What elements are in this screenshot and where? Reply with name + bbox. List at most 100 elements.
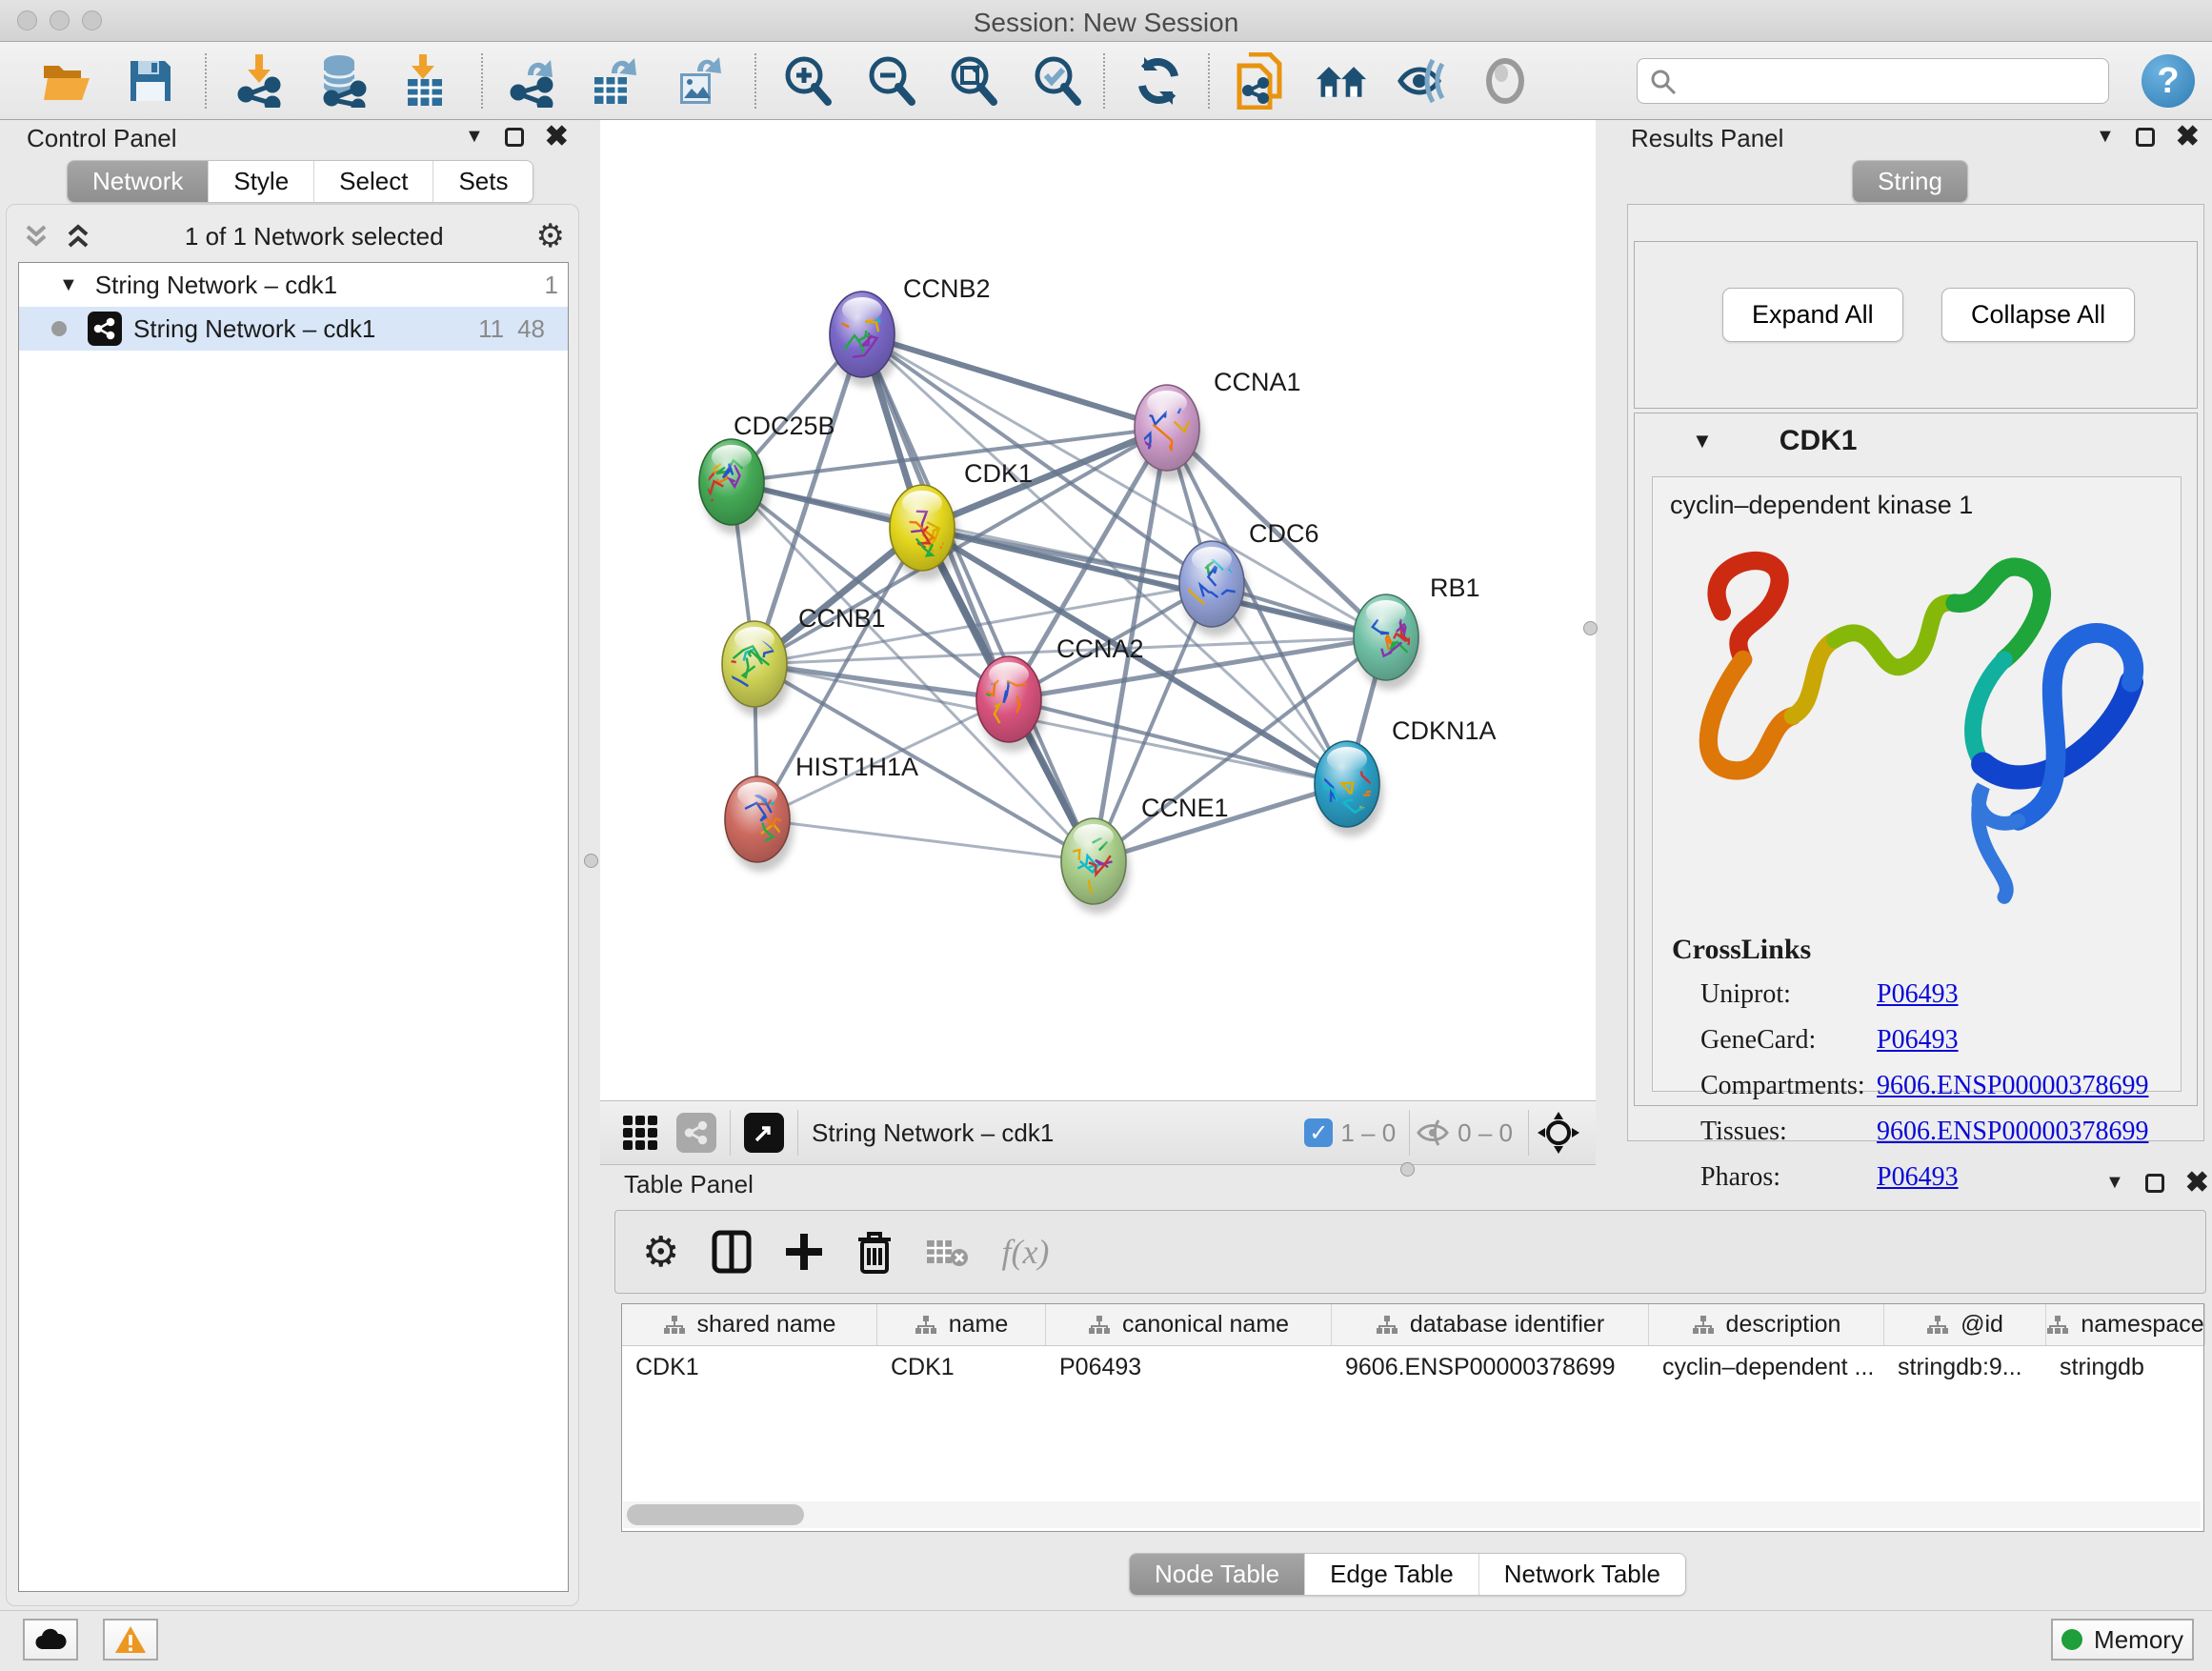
network-edge[interactable] [1009,699,1347,784]
level-of-detail-icon[interactable] [1478,54,1532,108]
node-label: CCNA2 [1056,634,1144,663]
table-cell[interactable]: cyclin–dependent ... [1649,1346,1884,1390]
export-image-icon[interactable] [673,54,726,108]
scrollbar-thumb[interactable] [627,1504,804,1525]
help-icon[interactable]: ? [2142,54,2195,108]
toolbar-separator [1208,53,1210,109]
delete-column-trash-icon[interactable] [856,1230,893,1274]
network-node-rb1[interactable]: RB1 [1354,574,1480,690]
table-cell[interactable]: P06493 [1046,1346,1332,1390]
section-collapse-icon[interactable]: ▼ [1692,429,1713,453]
network-edge[interactable] [862,334,1167,428]
tab-node-table[interactable]: Node Table [1130,1554,1305,1595]
table-settings-gear-icon[interactable]: ⚙ [642,1228,679,1277]
import-network-from-database-icon[interactable] [314,54,368,108]
crosslink-link[interactable]: 9606.ENSP00000378699 [1877,1071,2148,1101]
open-session-icon[interactable] [40,54,93,108]
node-count: 11 [478,314,504,344]
table-cell[interactable]: CDK1 [877,1346,1046,1390]
network-edge[interactable] [862,334,1094,861]
warning-button[interactable] [103,1619,158,1661]
refresh-icon[interactable] [1132,54,1185,108]
column-header-name[interactable]: name [877,1304,1046,1345]
column-header-description[interactable]: description [1649,1304,1884,1345]
panel-close-icon[interactable]: ✖ [2176,128,2200,147]
home-icon[interactable] [1315,54,1368,108]
export-network-icon[interactable] [507,54,560,108]
vertical-splitter-handle[interactable] [584,854,598,868]
control-panel-tabs: NetworkStyleSelectSets [67,160,533,203]
column-header-canonical-name[interactable]: canonical name [1046,1304,1332,1345]
network-node-hist1h1a[interactable]: HIST1H1A [725,753,918,872]
network-edge[interactable] [862,334,1386,637]
table-cell[interactable]: stringdb [2046,1346,2205,1390]
create-column-plus-icon[interactable] [784,1232,824,1272]
network-node-ccne1[interactable]: CCNE1 [1058,794,1229,914]
network-share-icon[interactable] [676,1113,716,1153]
column-header-shared-name[interactable]: shared name [622,1304,877,1345]
delete-table-icon [925,1235,969,1269]
gear-icon[interactable]: ⚙ [536,217,565,255]
fit-selected-crosshair-icon[interactable] [1537,1111,1580,1155]
network-canvas[interactable]: CCNB2CCNA1CDC25BCDK1CDC6RB1CCNB1CCNA2CDK… [600,120,1596,1100]
column-header-database-identifier[interactable]: database identifier [1332,1304,1649,1345]
panel-menu-icon[interactable]: ▼ [2096,126,2115,148]
open-in-window-icon[interactable] [744,1113,784,1153]
table-row[interactable]: CDK1CDK1P064939606.ENSP00000378699cyclin… [622,1346,2203,1390]
import-network-from-file-icon[interactable] [232,54,286,108]
panel-float-icon[interactable] [2145,1174,2164,1193]
table-cell[interactable]: CDK1 [622,1346,877,1390]
crosslink-link[interactable]: 9606.ENSP00000378699 [1877,1117,2148,1147]
table-cell[interactable]: stringdb:9... [1884,1346,2046,1390]
expand-all-chevron-icon[interactable] [64,222,92,251]
panel-float-icon[interactable] [2136,128,2155,147]
tab-select[interactable]: Select [314,161,433,202]
network-edge[interactable] [757,819,1094,861]
collapse-all-chevron-icon[interactable] [22,222,50,251]
save-session-icon[interactable] [124,54,177,108]
table-horizontal-scrollbar[interactable] [623,1501,2201,1528]
panel-menu-icon[interactable]: ▼ [465,126,484,148]
zoom-in-icon[interactable] [781,54,835,108]
network-node-cdkn1a[interactable]: CDKN1A [1312,716,1497,836]
selected-counts: 1 – 0 [1340,1118,1396,1148]
node-label: CCNA1 [1214,368,1301,396]
table-cell[interactable]: 9606.ENSP00000378699 [1332,1346,1649,1390]
tab-style[interactable]: Style [209,161,314,202]
zoom-fit-icon[interactable] [947,54,1000,108]
show-columns-icon[interactable] [712,1230,752,1274]
crosslink-link[interactable]: P06493 [1877,979,1959,1010]
search-field[interactable] [1637,58,2109,104]
tree-collapse-icon[interactable]: ▼ [59,274,78,296]
share-file-icon[interactable] [1233,54,1286,108]
network-row[interactable]: String Network – cdk1 11 48 [19,307,568,351]
hide-graphics-details-icon[interactable] [1397,54,1450,108]
selected-checkbox-icon[interactable]: ✓ [1304,1118,1333,1147]
tab-network-table[interactable]: Network Table [1479,1554,1685,1595]
panel-close-icon[interactable]: ✖ [2185,1174,2209,1193]
tab-edge-table[interactable]: Edge Table [1305,1554,1479,1595]
panel-float-icon[interactable] [505,128,524,147]
tab-network[interactable]: Network [68,161,209,202]
search-input[interactable] [1637,58,2109,104]
tab-string[interactable]: String [1853,161,1967,202]
crosslink-link[interactable]: P06493 [1877,1025,1959,1056]
zoom-out-icon[interactable] [865,54,918,108]
expand-all-button[interactable]: Expand All [1722,288,1903,342]
column-header-namespace[interactable]: namespace [2046,1304,2205,1345]
column-header--id[interactable]: @id [1884,1304,2046,1345]
crosslink-label: Uniprot: [1700,979,1877,1010]
search-icon [1650,69,1677,95]
birds-eye-grid-icon[interactable] [621,1114,659,1152]
zoom-selected-icon[interactable] [1031,54,1084,108]
panel-close-icon[interactable]: ✖ [545,128,569,147]
cloud-button[interactable] [23,1619,78,1661]
network-collection-row[interactable]: ▼ String Network – cdk1 1 [19,263,568,307]
export-table-icon[interactable] [589,54,642,108]
vertical-splitter-handle[interactable] [1583,621,1598,635]
panel-menu-icon[interactable]: ▼ [2105,1172,2124,1194]
collapse-all-button[interactable]: Collapse All [1941,288,2135,342]
import-table-from-file-icon[interactable] [398,54,452,108]
memory-button[interactable]: Memory [2051,1619,2194,1661]
tab-sets[interactable]: Sets [433,161,533,202]
